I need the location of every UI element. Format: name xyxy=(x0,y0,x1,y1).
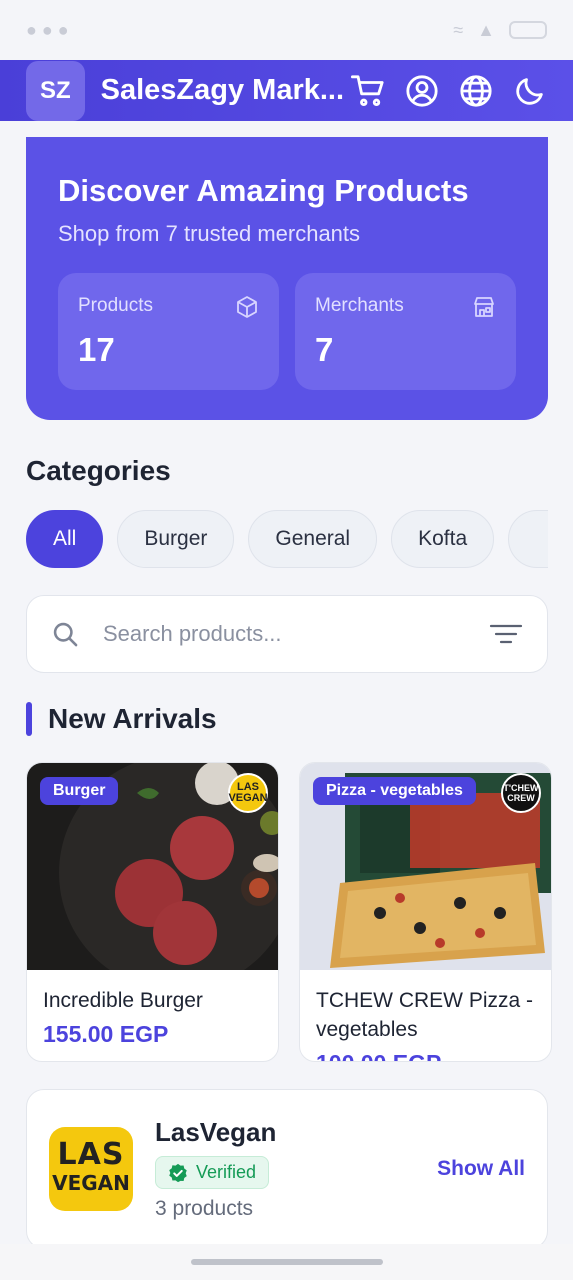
category-badge: Burger xyxy=(40,777,119,805)
store-icon xyxy=(474,297,494,317)
app-logo[interactable]: SZ xyxy=(26,60,85,121)
product-carousel: Burger LAS VEGAN Incredible Burger 155.00… xyxy=(26,762,573,1062)
signal-icon: ▲ xyxy=(477,19,495,40)
search-icon xyxy=(53,622,78,647)
stat-value: 7 xyxy=(315,331,334,368)
hero-title: Discover Amazing Products xyxy=(58,173,469,208)
merchant-card[interactable]: LAS VEGAN LasVegan Verified 3 products S… xyxy=(26,1089,548,1249)
status-time: ● ● ● xyxy=(26,19,69,40)
merchant-logo: LAS VEGAN xyxy=(49,1127,133,1211)
app-title: SalesZagy Mark... xyxy=(100,74,345,106)
product-name: TCHEW CREW Pizza - vegetables xyxy=(316,989,533,1041)
stat-card-products: Products 17 xyxy=(58,273,279,390)
battery-icon xyxy=(509,21,547,39)
section-accent xyxy=(26,702,32,736)
hero-banner: Discover Amazing Products Shop from 7 tr… xyxy=(26,137,548,420)
hero-subtitle: Shop from 7 trusted merchants xyxy=(58,221,361,246)
search-bar[interactable]: Search products... xyxy=(26,595,548,673)
verified-check-icon xyxy=(169,1163,187,1182)
categories-title: Categories xyxy=(26,455,171,486)
merchant-logo-line1: LAS xyxy=(57,1137,125,1172)
product-image: Pizza - vegetables T'CHEW CREW xyxy=(300,763,551,970)
globe-icon[interactable] xyxy=(459,74,493,108)
product-price: 100.00 EGP xyxy=(300,1044,551,1061)
merchant-logo-badge: T'CHEW CREW xyxy=(501,773,541,813)
status-bar: ● ● ● ≈ ▲ xyxy=(0,0,573,60)
stat-label: Products xyxy=(78,295,153,316)
verified-label: Verified xyxy=(196,1162,257,1182)
home-indicator[interactable] xyxy=(191,1259,383,1265)
chip-more[interactable] xyxy=(508,510,548,568)
category-chips: All Burger General Kofta xyxy=(26,510,548,568)
chip-kofta[interactable]: Kofta xyxy=(391,510,495,568)
filter-icon[interactable] xyxy=(489,620,523,648)
merchant-product-count: 3 products xyxy=(155,1197,254,1220)
cart-icon[interactable] xyxy=(351,74,385,108)
chip-burger[interactable]: Burger xyxy=(117,510,235,568)
app-bar: SZ SalesZagy Mark... xyxy=(0,60,573,121)
account-icon[interactable] xyxy=(405,74,439,108)
new-arrivals-header: New Arrivals xyxy=(26,702,217,736)
product-image: Burger LAS VEGAN xyxy=(27,763,278,970)
merchant-logo-line2: VEGAN xyxy=(52,1171,130,1195)
moon-icon[interactable] xyxy=(513,74,547,108)
box-icon xyxy=(237,296,257,318)
stat-value: 17 xyxy=(78,331,115,368)
category-badge: Pizza - vegetables xyxy=(313,777,476,805)
chip-all[interactable]: All xyxy=(26,510,104,568)
product-card[interactable]: Pizza - vegetables T'CHEW CREW TCHEW CREW… xyxy=(299,762,552,1062)
wifi-icon: ≈ xyxy=(453,19,464,40)
product-card[interactable]: Burger LAS VEGAN Incredible Burger 155.00… xyxy=(26,762,279,1062)
stat-card-merchants: Merchants 7 xyxy=(295,273,516,390)
search-input[interactable]: Search products... xyxy=(103,621,489,647)
new-arrivals-title: New Arrivals xyxy=(48,703,217,734)
merchant-logo-badge: LAS VEGAN xyxy=(228,773,268,813)
verified-badge: Verified xyxy=(155,1156,270,1189)
chip-general[interactable]: General xyxy=(248,510,378,568)
product-name: Incredible Burger xyxy=(43,989,203,1012)
stat-label: Merchants xyxy=(315,295,404,316)
merchant-name: LasVegan xyxy=(155,1117,277,1147)
show-all-link[interactable]: Show All xyxy=(437,1157,525,1181)
product-price: 155.00 EGP xyxy=(43,1021,169,1047)
